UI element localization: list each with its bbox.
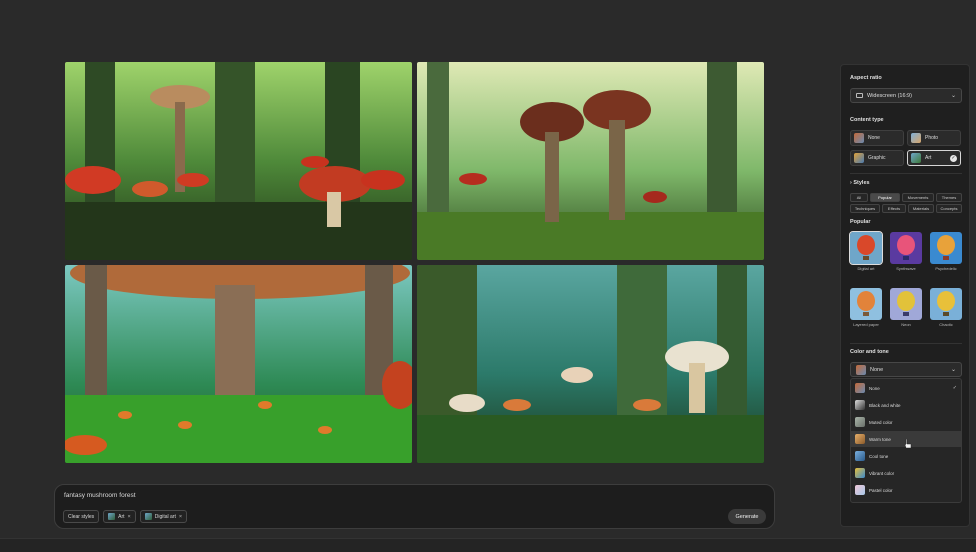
warm-tone-thumbnail-icon [855, 434, 865, 444]
popular-label: Popular [850, 219, 871, 225]
style-psychedelic[interactable] [930, 232, 962, 264]
generate-button[interactable]: Generate [728, 509, 766, 524]
style-synthwave[interactable] [890, 232, 922, 264]
divider [850, 173, 962, 174]
color-tone-option-cool-tone[interactable]: Cool tone [851, 448, 961, 464]
tab-effects[interactable]: Effects [882, 204, 906, 213]
generated-image-3[interactable] [65, 265, 412, 463]
art-thumbnail-icon [911, 153, 921, 163]
hot-air-balloon-icon [850, 288, 882, 320]
style-label: Psychedelic [935, 266, 957, 271]
color-tone-label: Color and tone [850, 349, 889, 355]
graphic-thumbnail-icon [854, 153, 864, 163]
color-tone-option-pastel-color[interactable]: Pastel color [851, 482, 961, 498]
hand-cursor-icon [904, 439, 912, 449]
tab-movements[interactable]: Movements [902, 193, 934, 202]
chip-label: Clear styles [68, 513, 95, 520]
color-tone-option-black-and-white[interactable]: Black and white [851, 397, 961, 413]
color-tone-option-none[interactable]: None ✓ [851, 380, 961, 396]
chip-clear-styles[interactable]: Clear styles [63, 510, 100, 523]
color-tone-option-muted-color[interactable]: Muted color [851, 414, 961, 430]
hot-air-balloon-icon [850, 232, 882, 264]
checkmark-icon: ✓ [950, 154, 957, 162]
cool-tone-thumbnail-icon [855, 451, 865, 461]
settings-panel: Aspect ratio Widescreen (16:9) ⌄ Content… [840, 64, 970, 527]
styles-header[interactable]: › Styles [850, 180, 870, 186]
style-label: Synthwave [896, 266, 916, 271]
generated-image-4[interactable] [417, 265, 764, 463]
content-type-label: Content type [850, 117, 884, 123]
color-tone-dropdown: None ✓ Black and white Muted color Warm … [850, 378, 962, 503]
vibrant-color-thumbnail-icon [855, 468, 865, 478]
option-label: Art [925, 155, 932, 161]
divider [850, 343, 962, 344]
color-tone-select[interactable]: None ⌄ [850, 362, 962, 377]
content-type-photo[interactable]: Photo [907, 130, 961, 146]
chevron-down-icon: ⌄ [950, 93, 956, 99]
chip-art[interactable]: Art × [103, 510, 136, 523]
hot-air-balloon-icon [930, 288, 962, 320]
pastel-color-thumbnail-icon [855, 485, 865, 495]
remove-chip-icon[interactable]: × [179, 514, 182, 520]
content-type-none[interactable]: None [850, 130, 904, 146]
black-and-white-thumbnail-icon [855, 400, 865, 410]
tab-materials[interactable]: Materials [908, 204, 934, 213]
style-layered-paper[interactable] [850, 288, 882, 320]
prompt-bar: fantasy mushroom forest Clear styles Art… [54, 484, 775, 529]
color-tone-value: None [870, 366, 884, 373]
tab-themes[interactable]: Themes [936, 193, 962, 202]
style-chips: Clear styles Art × Digital art × [63, 510, 188, 523]
hot-air-balloon-icon [890, 288, 922, 320]
none-thumbnail-icon [854, 133, 864, 143]
remove-chip-icon[interactable]: × [128, 514, 131, 520]
none-thumbnail-icon [856, 364, 866, 375]
style-digital-art[interactable] [849, 231, 883, 265]
style-label: Neon [901, 322, 911, 327]
tab-all[interactable]: All [850, 193, 868, 202]
option-label: Vibrant color [869, 470, 895, 476]
generated-image-1[interactable] [65, 62, 412, 260]
hot-air-balloon-icon [930, 232, 962, 264]
style-label: Chaotic [939, 322, 953, 327]
generated-image-2[interactable] [417, 62, 764, 260]
muted-color-thumbnail-icon [855, 417, 865, 427]
prompt-input[interactable]: fantasy mushroom forest [64, 492, 136, 499]
tab-popular[interactable]: Popular [870, 193, 900, 202]
option-label: Photo [925, 135, 939, 141]
tab-techniques[interactable]: Techniques [850, 204, 880, 213]
chip-label: Art [118, 513, 125, 520]
option-label: None [868, 135, 880, 141]
chip-label: Digital art [154, 513, 176, 520]
aspect-ratio-label: Aspect ratio [850, 75, 882, 81]
aspect-ratio-select[interactable]: Widescreen (16:9) ⌄ [850, 88, 962, 103]
tab-concepts[interactable]: Concepts [936, 204, 962, 213]
content-type-graphic[interactable]: Graphic [850, 150, 904, 166]
hot-air-balloon-icon [890, 232, 922, 264]
chevron-down-icon: ⌄ [950, 367, 956, 373]
aspect-ratio-value: Widescreen (16:9) [867, 92, 912, 99]
digital-art-thumbnail-icon [144, 513, 152, 520]
option-label: Black and white [869, 402, 901, 408]
option-label: Warm tone [869, 436, 891, 442]
styles-label: Styles [853, 180, 870, 186]
option-label: Pastel color [869, 487, 893, 493]
option-label: None [869, 385, 880, 391]
checkmark-icon: ✓ [952, 385, 957, 391]
option-label: Cool tone [869, 453, 889, 459]
chip-digital-art[interactable]: Digital art × [139, 510, 188, 523]
style-neon[interactable] [890, 288, 922, 320]
style-label: Digital art [857, 266, 875, 271]
aspect-ratio-icon [856, 93, 863, 98]
style-chaotic[interactable] [930, 288, 962, 320]
style-label: Layered paper [853, 322, 879, 327]
none-thumbnail-icon [855, 383, 865, 393]
photo-thumbnail-icon [911, 133, 921, 143]
option-label: Muted color [869, 419, 893, 425]
bottom-bar [0, 538, 976, 552]
content-type-art[interactable]: Art ✓ [907, 150, 961, 166]
option-label: Graphic [868, 155, 886, 161]
art-thumbnail-icon [108, 513, 116, 520]
chevron-right-icon: › [850, 180, 852, 186]
color-tone-option-vibrant-color[interactable]: Vibrant color [851, 465, 961, 481]
